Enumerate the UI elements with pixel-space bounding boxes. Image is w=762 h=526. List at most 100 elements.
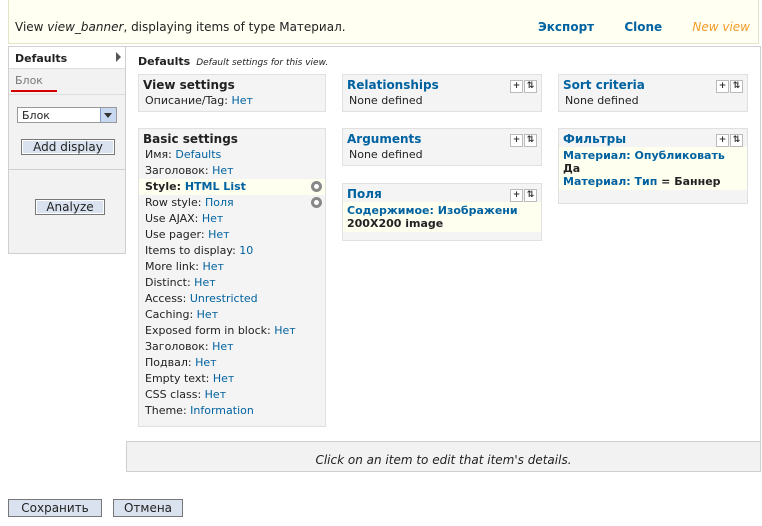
view-header: View view_banner, displaying items of ty…	[8, 0, 759, 44]
setting-row[interactable]: Заголовок: Нет	[139, 339, 325, 355]
setting-value[interactable]: Defaults	[175, 148, 221, 161]
chevron-down-icon[interactable]	[100, 108, 116, 122]
setting-row[interactable]: Use pager: Нет	[139, 227, 325, 243]
setting-row[interactable]: Empty text: Нет	[139, 371, 325, 387]
arguments-box: Arguments + ⇅ None defined	[342, 128, 542, 166]
setting-label: Access:	[145, 292, 190, 305]
display-tabs: Defaults Блок Блок Add display Analyze	[8, 46, 126, 254]
setting-value[interactable]: Нет	[212, 164, 233, 177]
setting-value[interactable]: Нет	[197, 308, 218, 321]
arrow-right-icon	[116, 52, 121, 62]
setting-label: Exposed form in block:	[145, 324, 275, 337]
setting-value[interactable]: 10	[239, 244, 253, 257]
setting-row[interactable]: Access: Unrestricted	[139, 291, 325, 307]
defaults-panel: Defaults Default settings for this view. …	[126, 46, 761, 442]
help-message: Click on an item to edit that item's det…	[126, 442, 761, 472]
setting-value[interactable]: Unrestricted	[190, 292, 258, 305]
defaults-heading: Defaults Default settings for this view.	[138, 55, 329, 68]
add-icon[interactable]: +	[510, 134, 523, 147]
setting-row[interactable]: CSS class: Нет	[139, 387, 325, 403]
setting-value[interactable]: HTML List	[185, 180, 246, 193]
display-type-select[interactable]: Блок	[17, 107, 117, 123]
filter-published-value: Да	[563, 162, 581, 175]
setting-row[interactable]: Items to display: 10	[139, 243, 325, 259]
setting-row[interactable]: More link: Нет	[139, 259, 325, 275]
filter-item[interactable]: Материал: Опубликовать Да Материал: Тип …	[559, 147, 747, 190]
new-view-link[interactable]: New view	[692, 20, 750, 34]
filter-published-link[interactable]: Материал: Опубликовать	[563, 149, 743, 162]
setting-row[interactable]: Описание/Tag: Нет	[139, 93, 325, 109]
save-button[interactable]: Сохранить	[8, 499, 102, 517]
setting-row[interactable]: Distinct: Нет	[139, 275, 325, 291]
rearrange-icon[interactable]: ⇅	[730, 134, 743, 147]
gear-icon[interactable]	[311, 181, 322, 192]
rearrange-icon[interactable]: ⇅	[524, 189, 537, 202]
setting-row[interactable]: Подвал: Нет	[139, 355, 325, 371]
add-icon[interactable]: +	[510, 80, 523, 93]
relationships-box: Relationships + ⇅ None defined	[342, 74, 542, 112]
add-display-button[interactable]: Add display	[21, 139, 115, 155]
clone-link[interactable]: Clone	[624, 20, 662, 34]
export-link[interactable]: Экспорт	[538, 20, 594, 34]
setting-row[interactable]: Style: HTML List	[139, 179, 325, 195]
setting-row[interactable]: Theme: Information	[139, 403, 325, 419]
field-item-detail: 200X200 image	[347, 217, 444, 230]
setting-value[interactable]: Нет	[208, 228, 229, 241]
sort-criteria-empty: None defined	[565, 94, 639, 107]
setting-value[interactable]: Поля	[205, 196, 234, 209]
fields-box: Поля + ⇅ Содержимое: Изображени 200X200 i…	[342, 183, 542, 241]
setting-value[interactable]: Information	[190, 404, 254, 417]
defaults-description: Default settings for this view.	[196, 58, 329, 68]
add-icon[interactable]: +	[716, 80, 729, 93]
setting-row[interactable]: Row style: Поля	[139, 195, 325, 211]
setting-label: Items to display:	[145, 244, 240, 257]
cancel-button[interactable]: Отмена	[113, 499, 183, 517]
view-settings-title: View settings	[143, 78, 235, 92]
rearrange-icon[interactable]: ⇅	[524, 134, 537, 147]
field-item[interactable]: Содержимое: Изображени 200X200 image	[343, 202, 541, 232]
setting-value[interactable]: Нет	[195, 356, 216, 369]
view-settings-box: View settings Описание/Tag: Нет	[138, 74, 326, 112]
filters-controls: + ⇅	[715, 132, 743, 147]
analyze-button[interactable]: Analyze	[35, 199, 105, 215]
setting-row[interactable]: Caching: Нет	[139, 307, 325, 323]
display-select-value: Блок	[22, 109, 50, 122]
setting-value[interactable]: Нет	[212, 340, 233, 353]
setting-label: Empty text:	[145, 372, 213, 385]
setting-row[interactable]: Use AJAX: Нет	[139, 211, 325, 227]
tab-defaults[interactable]: Defaults	[9, 47, 125, 69]
setting-label: Имя:	[145, 148, 176, 161]
sort-controls: + ⇅	[715, 78, 743, 93]
add-icon[interactable]: +	[716, 134, 729, 147]
add-icon[interactable]: +	[510, 189, 523, 202]
setting-row[interactable]: Exposed form in block: Нет	[139, 323, 325, 339]
setting-value[interactable]: Нет	[205, 388, 226, 401]
add-display-label: Add display	[22, 140, 114, 154]
setting-label: Distinct:	[145, 276, 195, 289]
tab-block[interactable]: Блок	[9, 69, 125, 95]
setting-value[interactable]: Нет	[213, 372, 234, 385]
rearrange-icon[interactable]: ⇅	[524, 80, 537, 93]
fields-controls: + ⇅	[509, 187, 537, 202]
gear-icon[interactable]	[311, 197, 322, 208]
divider	[9, 169, 125, 170]
setting-label: Подвал:	[145, 356, 196, 369]
field-item-link[interactable]: Содержимое: Изображени	[347, 204, 537, 217]
setting-row[interactable]: Имя: Defaults	[139, 147, 325, 163]
setting-row[interactable]: Заголовок: Нет	[139, 163, 325, 179]
setting-label: Caching:	[145, 308, 197, 321]
setting-value[interactable]: Нет	[194, 276, 215, 289]
setting-label: Row style:	[145, 196, 205, 209]
setting-label: Заголовок:	[145, 164, 213, 177]
tab-defaults-label: Defaults	[15, 52, 68, 65]
setting-value[interactable]: Нет	[274, 324, 295, 337]
setting-value[interactable]: Нет	[202, 260, 223, 273]
setting-value[interactable]: Нет	[202, 212, 223, 225]
setting-label: Theme:	[145, 404, 191, 417]
relationships-controls: + ⇅	[509, 78, 537, 93]
spellcheck-underline	[11, 90, 57, 92]
filter-type-link[interactable]: Материал: Тип	[563, 175, 657, 188]
rearrange-icon[interactable]: ⇅	[730, 80, 743, 93]
setting-label: CSS class:	[145, 388, 205, 401]
basic-settings-box: Basic settings Имя: Defaults Заголовок: Н…	[138, 128, 326, 427]
